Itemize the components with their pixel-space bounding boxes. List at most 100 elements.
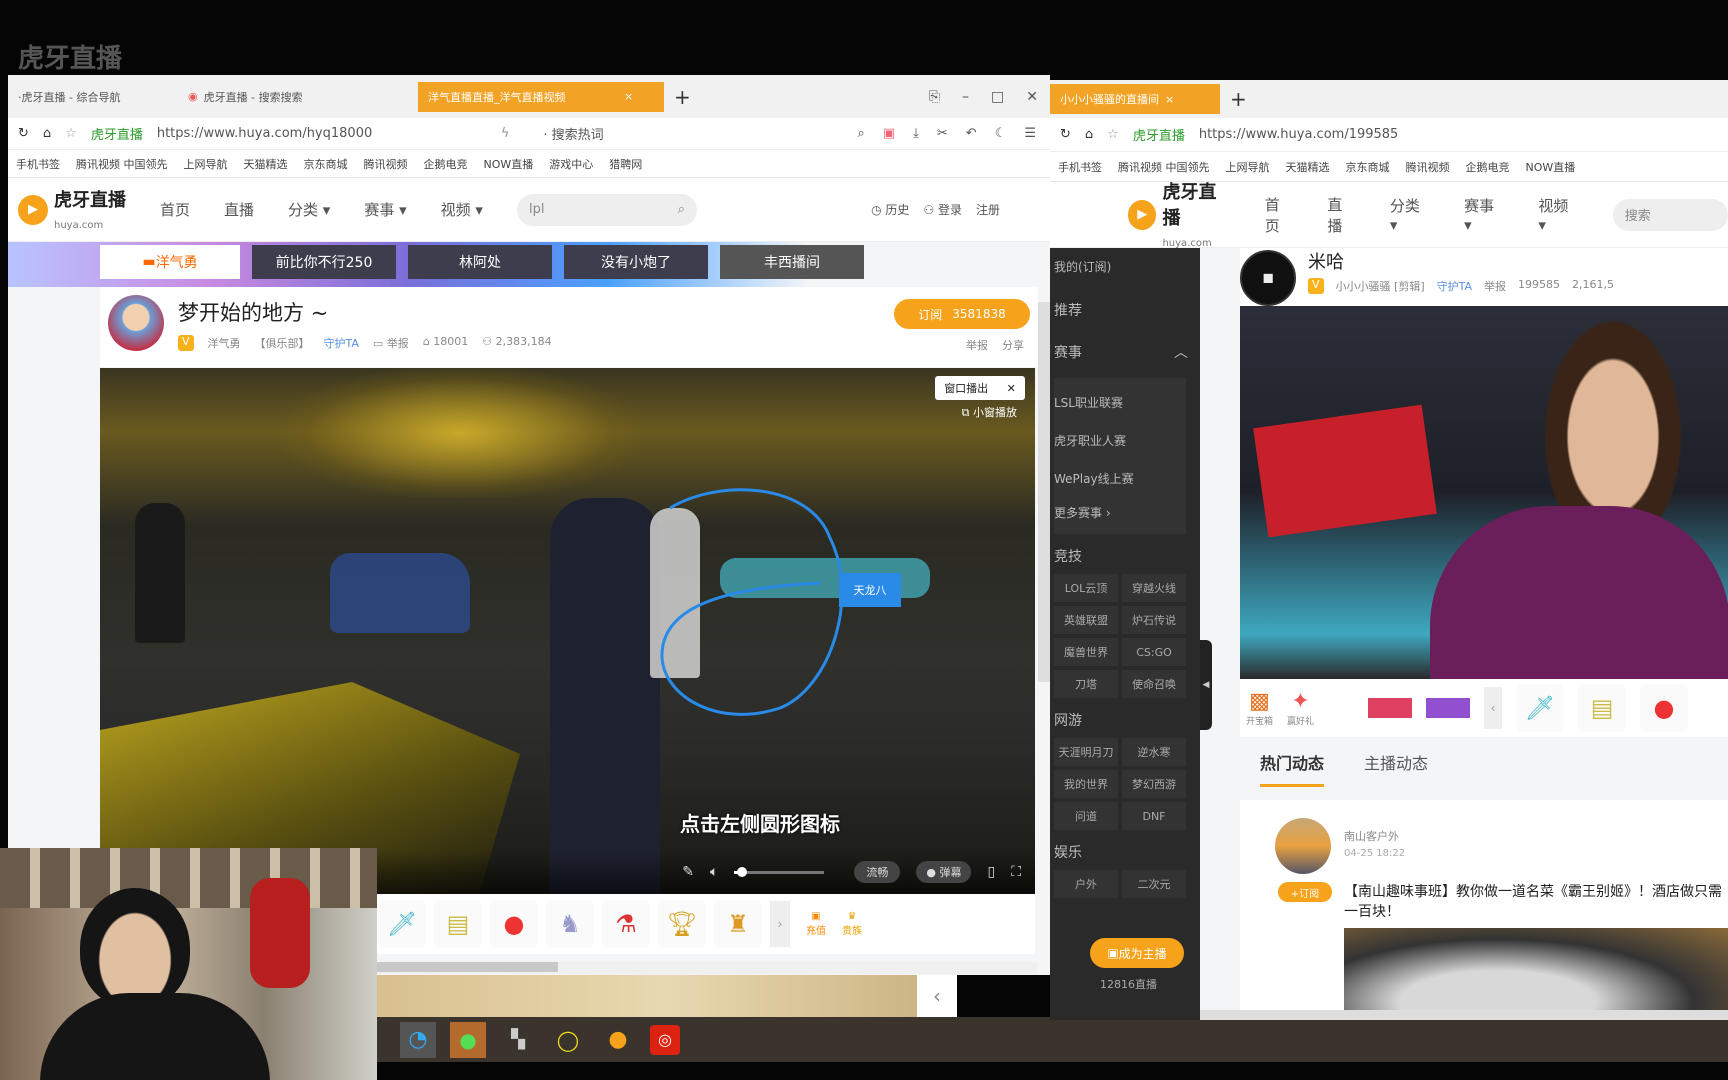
theater-mode-icon[interactable]: ▯ (987, 864, 995, 880)
prize-button[interactable]: ✦ 赢好礼 (1287, 689, 1314, 727)
search-icon[interactable]: ⌕ (858, 126, 865, 141)
gift-v-egg-icon[interactable]: ● (1640, 684, 1689, 732)
bookmark[interactable]: 京东商城 (304, 156, 348, 172)
bookmark[interactable]: 上网导航 (1226, 159, 1270, 175)
bookmark[interactable]: 腾讯视频 中国领先 (76, 156, 168, 172)
close-tab-icon[interactable]: × (1165, 93, 1174, 106)
bookmark[interactable]: 腾讯视频 中国领先 (1118, 159, 1210, 175)
gift-sword-icon[interactable]: 🗡︎ (1516, 684, 1565, 732)
event-badge[interactable] (1426, 698, 1471, 718)
sidebar-collapse-handle[interactable]: ◀ (1200, 640, 1212, 730)
volume-slider[interactable] (734, 866, 825, 877)
star-icon[interactable]: ☆ (65, 126, 77, 141)
noble-button[interactable]: ♛ 贵族 (842, 911, 862, 937)
fullscreen-icon[interactable]: ⛶ (1011, 864, 1021, 880)
category-cell[interactable]: CS:GO (1122, 638, 1186, 666)
recharge-button[interactable]: ▣ 充值 (806, 911, 826, 937)
video-player[interactable]: 天龙八 窗口播出 ✕ ⧉ 小窗播放 点击左侧圆形图标 ✎ 🔈︎ 流畅 ● 弹幕 ▯… (100, 368, 1035, 894)
close-window-icon[interactable]: ✕ (1026, 89, 1038, 105)
close-tab-icon[interactable]: × (624, 90, 633, 103)
browser-tab[interactable]: ◉ 虎牙直播 - 搜索搜索 (178, 82, 418, 112)
gift-prev-arrow[interactable]: ‹ (1484, 687, 1503, 729)
horizontal-scrollbar[interactable] (1200, 1010, 1728, 1020)
room-tab[interactable]: 没有小炮了 (564, 245, 708, 279)
home-icon[interactable]: ⌂ (1085, 127, 1093, 142)
gift-card-icon[interactable]: ▤ (1578, 684, 1627, 732)
browser-tab-active[interactable]: 洋气直播直播_洋气直播视频 × (418, 81, 664, 112)
bookmark[interactable]: 企鹅电竞 (424, 156, 468, 172)
gift-rocket-icon[interactable]: ♜ (714, 900, 762, 948)
category-cell[interactable]: 问道 (1054, 802, 1118, 830)
category-cell[interactable]: 刀塔 (1054, 670, 1118, 698)
login-link[interactable]: ⚇ 登录 (923, 201, 962, 218)
danmu-settings-icon[interactable]: ✎ (682, 864, 694, 880)
browser-tab[interactable]: ·虎牙直播 - 综合导航 (8, 82, 178, 112)
post-author[interactable]: 南山客户外 (1344, 828, 1399, 844)
category-cell[interactable]: DNF (1122, 802, 1186, 830)
category-cell[interactable]: 魔兽世界 (1054, 638, 1118, 666)
sidebar-item[interactable]: 我的(订阅) (1054, 258, 1200, 300)
undo-icon[interactable]: ↶ (966, 126, 977, 141)
huya-logo[interactable]: ▶ 虎牙直播 huya.com (18, 186, 126, 233)
category-cell[interactable]: 户外 (1054, 870, 1118, 898)
gift-trophy-icon[interactable]: 🏆︎ (658, 900, 706, 948)
nav-events[interactable]: 赛事 ▾ (1464, 195, 1504, 234)
netease-music-icon[interactable]: ◎ (650, 1024, 680, 1055)
bookmark[interactable]: 手机书签 (1058, 159, 1102, 175)
yellow-ring-app-icon[interactable]: ◯ (550, 1022, 586, 1058)
bookmark[interactable]: NOW直播 (484, 156, 534, 172)
event-link[interactable]: 虎牙职业人赛 (1054, 422, 1186, 460)
new-tab-icon[interactable]: + (1230, 87, 1247, 111)
nav-category[interactable]: 分类 ▾ (288, 199, 330, 220)
category-cell[interactable]: 逆水寒 (1122, 738, 1186, 766)
qq-browser-icon[interactable]: ◔ (400, 1021, 436, 1058)
category-cell[interactable]: 穿越火线 (1122, 574, 1186, 602)
bookmark[interactable]: 手机书签 (16, 156, 60, 172)
nav-video[interactable]: 视频 ▾ (1538, 195, 1578, 234)
room-tab[interactable]: 丰西播间 (720, 245, 864, 279)
streamer-name[interactable]: 洋气勇 (208, 335, 241, 351)
video-player[interactable] (1240, 306, 1728, 679)
gift-card-icon[interactable]: ▤ (434, 900, 482, 948)
gift-v-egg-icon[interactable]: ● (490, 900, 538, 948)
room-tab[interactable]: 前比你不行250 (252, 245, 396, 279)
category-cell[interactable]: 英雄联盟 (1054, 606, 1118, 634)
mini-player-button[interactable]: ⧉ 小窗播放 (962, 404, 1017, 420)
history-link[interactable]: ◷ 历史 (871, 201, 909, 218)
post-author-avatar[interactable] (1275, 818, 1331, 874)
bookmark[interactable]: 天猫精选 (1286, 159, 1330, 175)
search-input[interactable]: 搜索 (1612, 198, 1728, 231)
chevron-up-icon[interactable]: ︿ (1174, 342, 1188, 362)
bookmark[interactable]: 腾讯视频 (1406, 159, 1450, 175)
share-link[interactable]: 分享 (1002, 337, 1024, 353)
room-tab[interactable]: 林阿处 (408, 245, 552, 279)
download-icon[interactable]: ⤓ (913, 126, 919, 141)
url-field[interactable]: https://www.huya.com/199585 (1199, 127, 1398, 142)
event-link[interactable]: LSL职业联赛 (1054, 384, 1186, 422)
category-cell[interactable]: 二次元 (1122, 870, 1186, 898)
minimize-icon[interactable]: – (962, 89, 969, 105)
nav-events[interactable]: 赛事 ▾ (364, 199, 406, 220)
bookmark[interactable]: 京东商城 (1346, 159, 1390, 175)
browser-tab-active[interactable]: 小小小骚骚的直播间 × (1050, 84, 1220, 114)
category-cell[interactable]: 炉石传说 (1122, 606, 1186, 634)
event-link[interactable]: WePlay线上赛 (1054, 460, 1186, 498)
new-tab-icon[interactable]: + (674, 85, 691, 109)
vertical-scrollbar[interactable] (1038, 242, 1050, 975)
guild-name[interactable]: 【俱乐部】 (255, 335, 310, 351)
quality-button[interactable]: 流畅 (854, 861, 901, 883)
nav-video[interactable]: 视频 ▾ (441, 199, 483, 220)
gift-unicorn-icon[interactable]: ♞ (546, 900, 594, 948)
category-cell[interactable]: LOL云顶 (1054, 574, 1118, 602)
night-mode-icon[interactable]: ☾ (995, 126, 1007, 141)
gift-potion-icon[interactable]: ⚗ (602, 900, 650, 948)
category-cell[interactable]: 使命召唤 (1122, 670, 1186, 698)
post-text[interactable]: 【南山趣味事班】教你做一道名菜《霸王别姬》！酒店做只需一百块！ (1344, 882, 1728, 922)
category-cell[interactable]: 天涯明月刀 (1054, 738, 1118, 766)
sidebar-item[interactable]: 推荐 (1054, 300, 1200, 342)
nav-category[interactable]: 分类 ▾ (1390, 195, 1430, 234)
subscribe-tag[interactable]: +订阅 (1278, 882, 1332, 902)
tab-hot-feed[interactable]: 热门动态 (1260, 750, 1325, 787)
room-tab-active[interactable]: ▬ 洋气勇 (100, 245, 240, 279)
nav-home[interactable]: 首页 (160, 199, 190, 220)
